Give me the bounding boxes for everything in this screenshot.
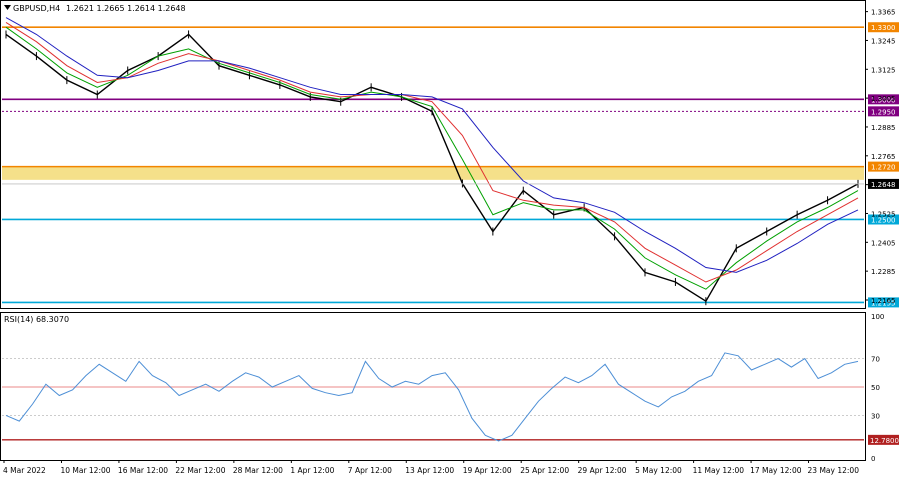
price-tick-label-3: 1.3005 <box>871 95 896 103</box>
rsi-tick-label-0: 100 <box>871 313 884 321</box>
time-tick-label-13: 17 May 12:00 <box>750 466 802 475</box>
rsi-tick-label-1: 70 <box>871 356 880 364</box>
rsi-title: RSI(14) 68.3070 <box>4 315 69 324</box>
rsi-line <box>5 352 859 442</box>
collapse-arrow-icon[interactable] <box>4 5 11 10</box>
time-tick-label-9: 25 Apr 12:00 <box>520 466 569 475</box>
rsi-tick-label-2: 50 <box>871 384 880 392</box>
price-pane[interactable]: 1.33001.30001.29501.27201.25001.21551.33… <box>2 9 899 308</box>
rsi-tick-label-4: 0 <box>871 455 875 463</box>
level-label-0: 1.3300 <box>871 24 896 32</box>
rsi-tick-label-3: 30 <box>871 412 880 420</box>
price-tick-label-8: 1.2405 <box>871 239 896 247</box>
price-tick-label-7: 1.2525 <box>871 210 896 218</box>
chart-header: GBPUSD,H4 1.2621 1.2665 1.2614 1.2648 <box>4 4 186 13</box>
time-tick-label-14: 23 May 12:00 <box>808 466 860 475</box>
time-tick-label-12: 11 May 12:00 <box>693 466 745 475</box>
symbol-label: GBPUSD,H4 <box>13 4 60 13</box>
time-axis: 4 Mar 2022 10 Mar 12:00 16 Mar 12:00 22 Mar… <box>3 460 859 475</box>
chart-canvas[interactable]: 1.33001.30001.29501.27201.25001.21551.33… <box>0 0 900 480</box>
price-tick-label-0: 1.3365 <box>871 9 896 17</box>
supply-zone <box>2 166 864 180</box>
time-tick-label-7: 13 Apr 12:00 <box>405 466 454 475</box>
time-tick-label-0: 4 Mar 2022 <box>3 466 46 475</box>
rsi-pane[interactable]: 12.7800 100 70 50 30 0 <box>2 313 899 463</box>
moving-average-line-1 <box>5 26 859 290</box>
time-tick-label-6: 7 Apr 12:00 <box>348 466 392 475</box>
time-tick-label-3: 22 Mar 12:00 <box>175 466 225 475</box>
price-tick-label-1: 1.3245 <box>871 37 896 45</box>
price-tick-label-9: 1.2285 <box>871 268 896 276</box>
time-tick-label-1: 10 Mar 12:00 <box>60 466 110 475</box>
price-tick-label-4: 1.2885 <box>871 124 896 132</box>
price-tick-label-5: 1.2765 <box>871 153 896 161</box>
time-tick-label-5: 1 Apr 12:00 <box>290 466 334 475</box>
time-tick-label-2: 16 Mar 12:00 <box>118 466 168 475</box>
level-label-2: 1.2950 <box>871 108 896 116</box>
moving-average-line-3 <box>5 17 859 273</box>
time-tick-label-10: 29 Apr 12:00 <box>578 466 627 475</box>
level-label-3: 1.2720 <box>871 164 896 172</box>
moving-average-line-2 <box>5 21 859 283</box>
time-tick-label-11: 5 May 12:00 <box>635 466 682 475</box>
ohlc-readout: 1.2621 1.2665 1.2614 1.2648 <box>66 4 186 13</box>
trading-chart[interactable]: 1.3300 1.3000 1.2950 1.2720 1.2500 1.2155 1.33… <box>0 0 900 480</box>
time-tick-label-8: 19 Apr 12:00 <box>463 466 512 475</box>
price-tick-label-10: 1.2165 <box>871 297 896 305</box>
rsi-level-label: 12.7800 <box>870 437 899 445</box>
price-pane-frame <box>0 0 866 309</box>
time-tick-label-4: 28 Mar 12:00 <box>233 466 283 475</box>
current-price-label: 1.2648 <box>871 181 896 189</box>
price-tick-label-2: 1.3125 <box>871 66 896 74</box>
